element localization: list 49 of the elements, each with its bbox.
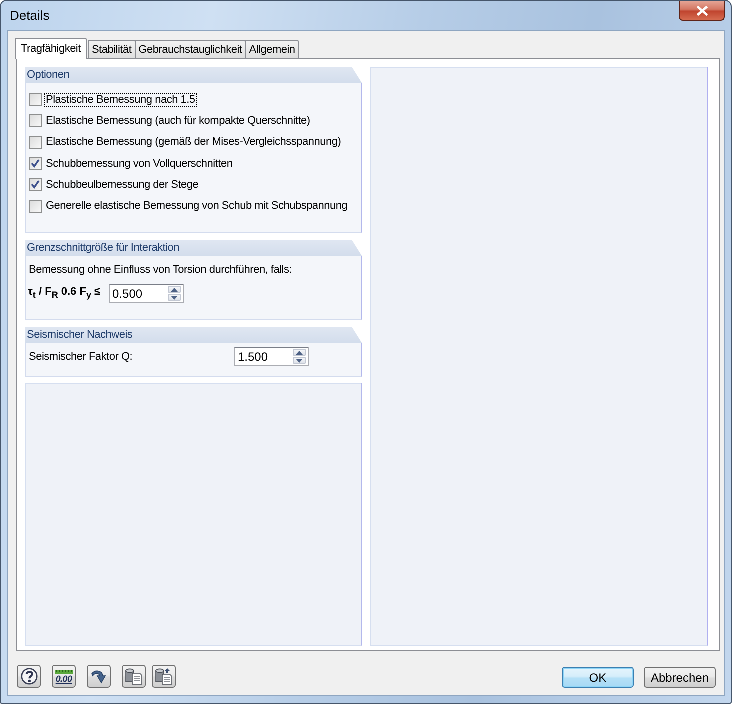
down-arrow-icon: [170, 296, 178, 300]
dialog-button[interactable]: OK: [562, 667, 634, 688]
toolbar-button[interactable]: [87, 665, 111, 688]
section-header: Seismischer Nachweis: [25, 327, 362, 343]
cylinder-document-icon: [125, 668, 143, 685]
number-field[interactable]: 1.500: [234, 347, 309, 366]
ruler-icon: [55, 670, 73, 674]
option-label: Plastische Bemessung nach 1.5: [44, 92, 198, 107]
checkbox[interactable]: [29, 178, 42, 192]
note-text: Bemessung ohne Einfluss von Torsion durchführen, falls:: [28, 263, 294, 277]
up-arrow-icon: [296, 350, 303, 354]
option-label: Elastische Bemessung (gemäß der Mises-Vergleichsspannung): [45, 135, 342, 150]
checkbox[interactable]: [29, 114, 42, 128]
dialog-button[interactable]: Abbrechen: [644, 667, 716, 688]
check-icon: [31, 180, 40, 190]
spin-up-button[interactable]: [168, 286, 181, 293]
tab[interactable]: Stabilität: [88, 40, 136, 58]
toolbar-button[interactable]: [122, 665, 146, 688]
checkbox[interactable]: [29, 93, 42, 106]
section-header: Grenzschnittgröße für Interaktion: [25, 240, 362, 256]
number-field[interactable]: 0.500: [108, 284, 184, 303]
cylinder-document-arrow-icon: [155, 668, 173, 685]
help-icon: [20, 668, 38, 685]
toolbar-button[interactable]: [152, 665, 176, 688]
section-header: Optionen: [25, 67, 362, 83]
spin-down-button[interactable]: [293, 357, 306, 364]
checkbox[interactable]: [29, 136, 42, 149]
spin-down-button[interactable]: [168, 294, 181, 301]
close-icon: [696, 6, 708, 16]
checkbox[interactable]: [29, 200, 42, 213]
tab[interactable]: Gebrauchstauglichkeit: [134, 40, 246, 58]
option-label: Elastische Bemessung (auch für kompakte Querschnitte): [45, 114, 312, 128]
field-label: Seismischer Faktor Q:: [29, 350, 134, 362]
toolbar-button[interactable]: 0.00: [52, 665, 76, 688]
up-arrow-icon: [170, 288, 178, 292]
close-button[interactable]: [679, 1, 725, 21]
checkbox[interactable]: [29, 157, 42, 170]
tab[interactable]: Tragfähigkeit: [15, 38, 87, 59]
window-title: Details: [10, 8, 50, 23]
option-label: Schubbeulbemessung der Stege: [45, 178, 200, 192]
tab[interactable]: Allgemein: [245, 40, 300, 58]
check-icon: [31, 159, 40, 168]
spin-up-button[interactable]: [293, 349, 306, 356]
formula-label: τ$_{t}$ / F$_{R}$ 0.6 F$_{y}$ ≤: [28, 286, 101, 301]
option-label: Schubbemessung von Vollquerschnitten: [45, 156, 234, 171]
down-arrow-icon: [296, 358, 303, 362]
curved-arrow-icon: [91, 668, 107, 684]
toolbar-button[interactable]: [17, 665, 41, 688]
option-label: Generelle elastische Bemessung von Schub mit Schubspannung: [45, 199, 349, 214]
